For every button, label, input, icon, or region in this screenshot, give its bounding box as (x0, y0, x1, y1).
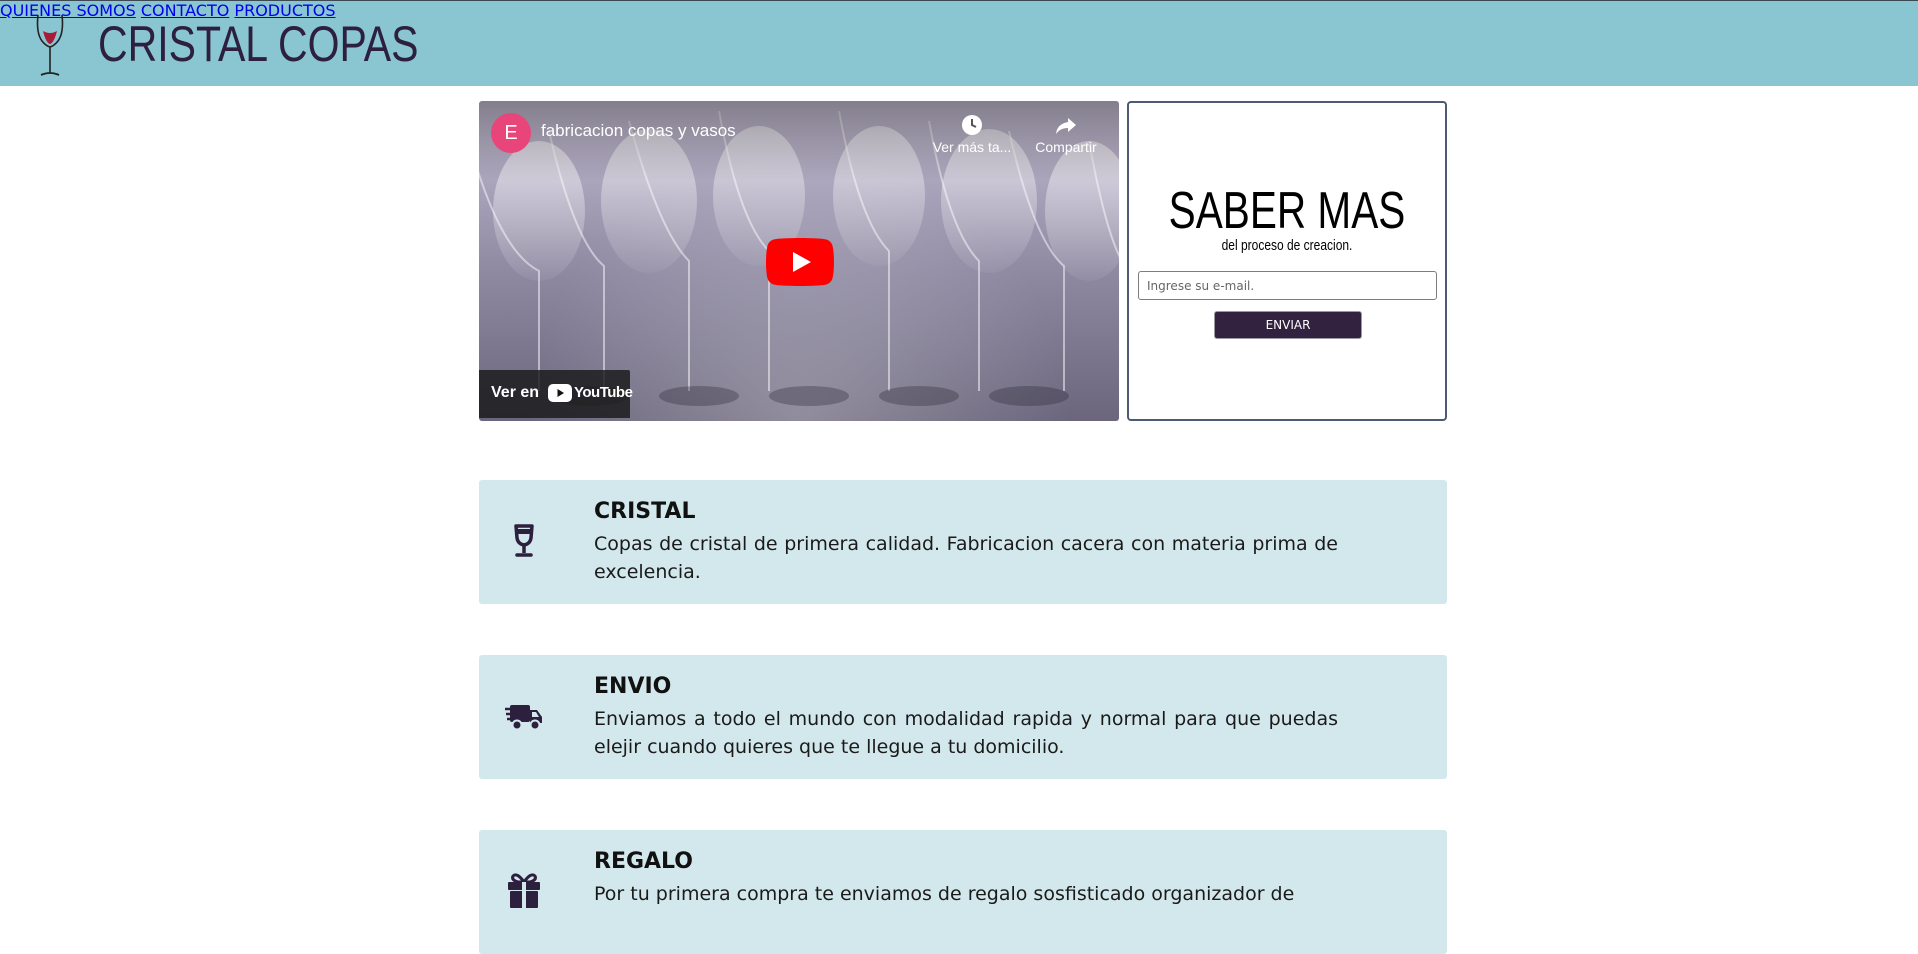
watch-on-youtube-button[interactable]: Ver en YouTube (479, 370, 633, 418)
wine-glass-icon (514, 524, 534, 557)
feature-title: CRISTAL (594, 499, 696, 524)
feature-text: Por tu primera compra te enviamos de reg… (594, 883, 1295, 905)
signup-subtitle: del proceso de creacion. (1221, 237, 1353, 254)
feature-regalo: REGALO Por tu primera compra te enviamos… (479, 830, 1447, 954)
feature-text: Enviamos a todo el mundo con modalidad r… (594, 708, 1338, 758)
video-title[interactable]: fabricacion copas y vasos (541, 121, 736, 141)
youtube-embed[interactable]: E fabricacion copas y vasos Ver más ta..… (479, 101, 1119, 421)
feature-text: Copas de cristal de primera calidad. Fab… (594, 533, 1338, 583)
email-input[interactable] (1138, 271, 1437, 300)
shipping-truck-icon (505, 705, 542, 731)
watch-later-label: Ver más ta... (932, 139, 1012, 155)
feature-title: REGALO (594, 849, 693, 874)
youtube-wordmark: YouTube (574, 384, 633, 401)
wine-glass-logo-icon[interactable] (34, 13, 66, 79)
signup-card: SABER MAS del proceso de creacion. ENVIA… (1127, 101, 1447, 421)
share-label: Compartir (1035, 139, 1097, 155)
channel-avatar[interactable]: E (491, 113, 531, 153)
feature-title: ENVIO (594, 674, 672, 699)
brand-name[interactable]: CRISTAL COPAS (98, 13, 418, 75)
gift-icon (508, 873, 540, 908)
signup-title: SABER MAS (1168, 182, 1406, 240)
clock-icon (962, 115, 982, 135)
site-header: CRISTAL COPAS QUIENES SOMOS CONTACTO PRO… (0, 0, 1918, 86)
watch-later-button[interactable]: Ver más ta... (927, 113, 1017, 155)
feature-envio: ENVIO Enviamos a todo el mundo con modal… (479, 655, 1447, 779)
send-button[interactable]: ENVIAR (1214, 311, 1362, 339)
share-icon (1056, 118, 1076, 134)
youtube-logo-icon (548, 384, 572, 402)
share-button[interactable]: Compartir (1021, 113, 1111, 155)
feature-cristal: CRISTAL Copas de cristal de primera cali… (479, 480, 1447, 604)
play-button-icon[interactable] (766, 238, 834, 286)
watch-on-label: Ver en (491, 384, 540, 401)
